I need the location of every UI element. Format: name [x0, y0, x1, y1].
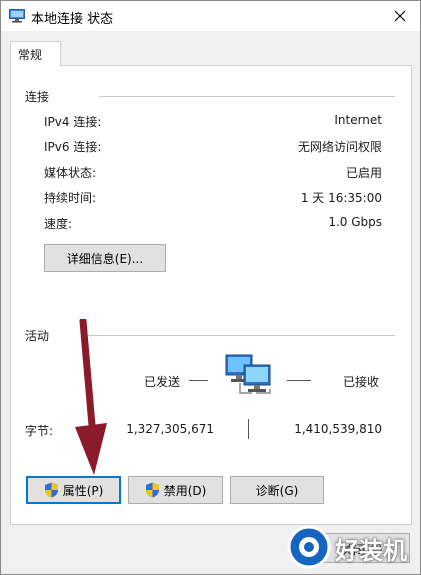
bytes-sent-value: 1,327,305,671: [126, 422, 214, 436]
speed-label: 速度:: [44, 217, 73, 231]
media-status-label: 媒体状态:: [44, 166, 97, 180]
title-bar: 本地连接 状态: [1, 1, 420, 31]
close-window-button[interactable]: [380, 1, 420, 31]
details-button[interactable]: 详细信息(E)...: [44, 244, 166, 272]
window-title: 本地连接 状态: [31, 12, 114, 27]
ipv4-label: IPv4 连接:: [44, 115, 102, 129]
media-status-value: 已启用: [345, 166, 382, 180]
watermark-text: 好装机: [335, 537, 407, 565]
speed-value: 1.0 Gbps: [328, 215, 382, 229]
ipv4-value: Internet: [334, 113, 382, 127]
duration-value: 1 天 16:35:00: [300, 191, 382, 205]
connection-section-title: 连接: [25, 90, 50, 104]
disable-button-label: 禁用(D): [163, 483, 207, 498]
activity-divider: [81, 335, 395, 336]
bytes-separator: [248, 419, 249, 439]
duration-label: 持续时间:: [44, 191, 97, 205]
properties-button[interactable]: 属性(P): [26, 476, 121, 504]
connection-divider: [99, 96, 395, 97]
bytes-label: 字节:: [25, 424, 54, 438]
received-label: 已接收: [343, 375, 380, 389]
network-icon: [9, 9, 25, 23]
sent-label: 已发送: [144, 375, 181, 389]
status-window: 本地连接 状态 常规 连接 IPv4 连接: Internet IPv6 连接:…: [0, 0, 421, 575]
ipv6-label: IPv6 连接:: [44, 140, 102, 154]
sent-line: [189, 380, 208, 381]
tab-general[interactable]: 常规: [10, 41, 61, 66]
diagnose-button[interactable]: 诊断(G): [230, 476, 324, 504]
close-icon: [394, 10, 406, 22]
tab-general-label: 常规: [18, 48, 43, 62]
annotation-arrow: [75, 319, 107, 475]
bytes-received-value: 1,410,539,810: [294, 422, 382, 436]
watermark: 好装机: [287, 521, 417, 571]
details-button-label: 详细信息(E)...: [66, 251, 144, 266]
activity-section-title: 活动: [25, 329, 50, 343]
ipv6-value: 无网络访问权限: [297, 140, 382, 154]
properties-button-label: 属性(P): [62, 483, 104, 498]
uac-shield-icon: [145, 482, 159, 498]
network-computers-icon: [225, 354, 271, 394]
disable-button[interactable]: 禁用(D): [128, 476, 223, 504]
diagnose-button-label: 诊断(G): [255, 483, 299, 498]
uac-shield-icon: [44, 482, 58, 498]
received-line: [287, 380, 311, 381]
watermark-logo-icon: [287, 525, 331, 569]
